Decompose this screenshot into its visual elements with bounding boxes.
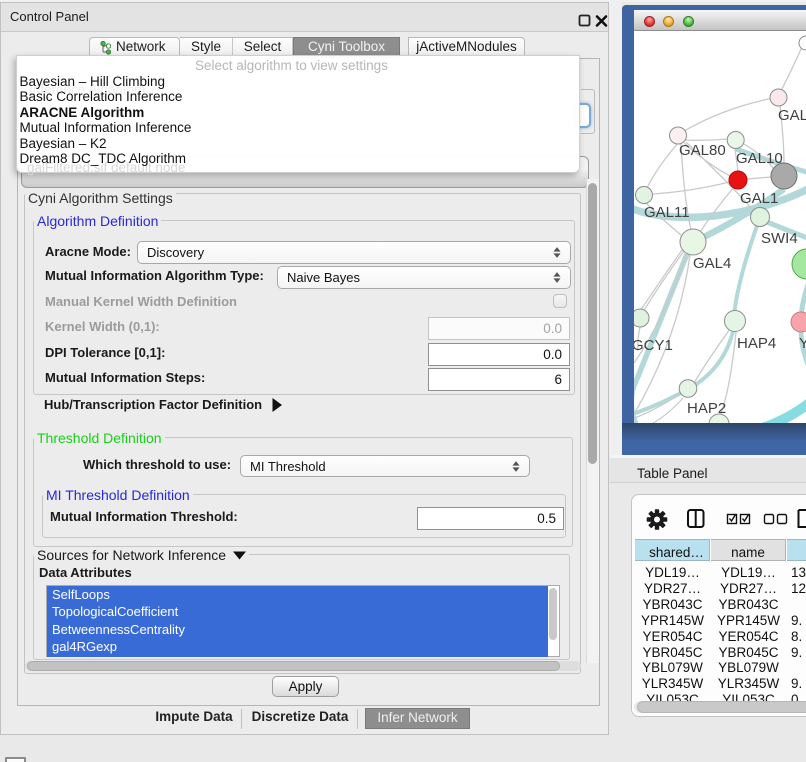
svg-text:HAP4: HAP4: [737, 335, 776, 352]
svg-text:GAL2: GAL2: [778, 107, 806, 124]
svg-text:GAL10: GAL10: [736, 150, 783, 167]
svg-text:HAP2: HAP2: [687, 400, 726, 417]
svg-text:GCY1: GCY1: [634, 337, 673, 354]
svg-text:GAL1: GAL1: [740, 190, 778, 207]
svg-text:Y: Y: [799, 335, 806, 352]
svg-text:GAL80: GAL80: [679, 142, 726, 159]
svg-text:SWI4: SWI4: [761, 230, 798, 247]
svg-text:GAL11: GAL11: [644, 204, 690, 221]
svg-text:GAL4: GAL4: [693, 255, 731, 272]
